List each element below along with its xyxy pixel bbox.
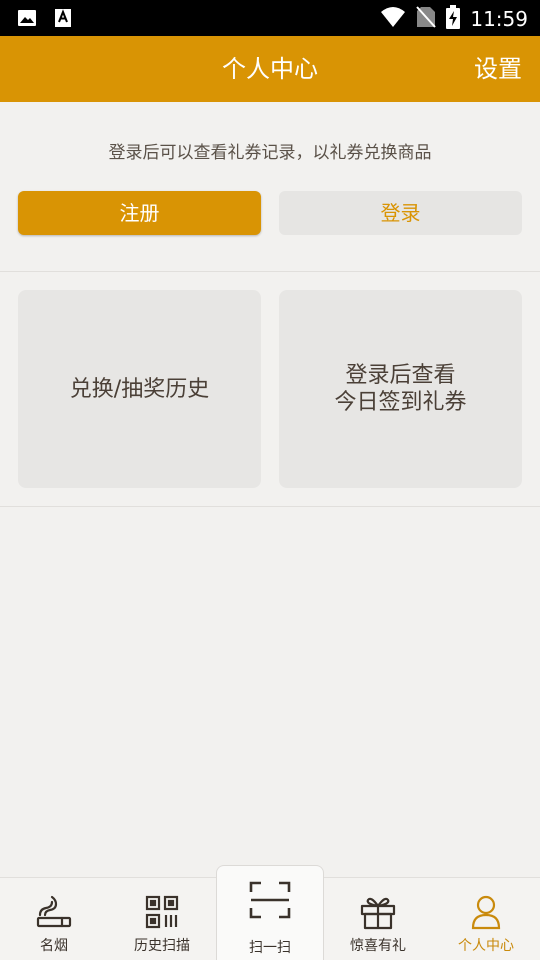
scan-frame-icon	[248, 880, 292, 920]
settings-button[interactable]: 设置	[474, 36, 522, 102]
clock: 11:59	[470, 7, 528, 31]
login-button[interactable]: 登录	[279, 191, 522, 235]
gift-icon	[358, 892, 398, 932]
checkin-card[interactable]: 登录后查看 今日签到礼券	[279, 290, 522, 488]
no-sim-icon	[416, 6, 437, 32]
page-title: 个人中心	[222, 55, 318, 83]
cigarette-icon	[34, 892, 74, 932]
qr-code-icon	[142, 892, 182, 932]
wifi-icon	[380, 6, 406, 32]
tab-famous-cigarettes[interactable]: 名烟	[0, 878, 108, 960]
tab-label: 名烟	[40, 938, 68, 954]
tab-label: 扫一扫	[249, 940, 291, 956]
checkin-card-line1: 登录后查看	[345, 363, 456, 388]
divider	[0, 271, 540, 272]
history-card[interactable]: 兑换/抽奖历史	[18, 290, 261, 488]
tab-history-scans[interactable]: 历史扫描	[108, 878, 216, 960]
tab-label: 惊喜有礼	[350, 938, 406, 954]
tab-label: 历史扫描	[134, 938, 190, 954]
tab-personal-center[interactable]: 个人中心	[432, 878, 540, 960]
status-bar: 11:59	[0, 0, 540, 36]
register-button[interactable]: 注册	[18, 191, 261, 235]
tab-scan[interactable]: 扫一扫	[216, 865, 324, 960]
image-icon	[16, 7, 38, 29]
tab-label: 个人中心	[458, 938, 514, 954]
tab-surprise-gifts[interactable]: 惊喜有礼	[324, 878, 432, 960]
app-bar: 个人中心 设置	[0, 36, 540, 102]
a-icon	[52, 7, 74, 29]
person-icon	[466, 892, 506, 932]
battery-charging-icon	[446, 5, 461, 33]
checkin-card-line2: 今日签到礼券	[334, 390, 467, 415]
login-notice: 登录后可以查看礼券记录，以礼券兑换商品	[108, 143, 432, 163]
history-card-label: 兑换/抽奖历史	[69, 376, 210, 402]
divider	[0, 506, 540, 507]
